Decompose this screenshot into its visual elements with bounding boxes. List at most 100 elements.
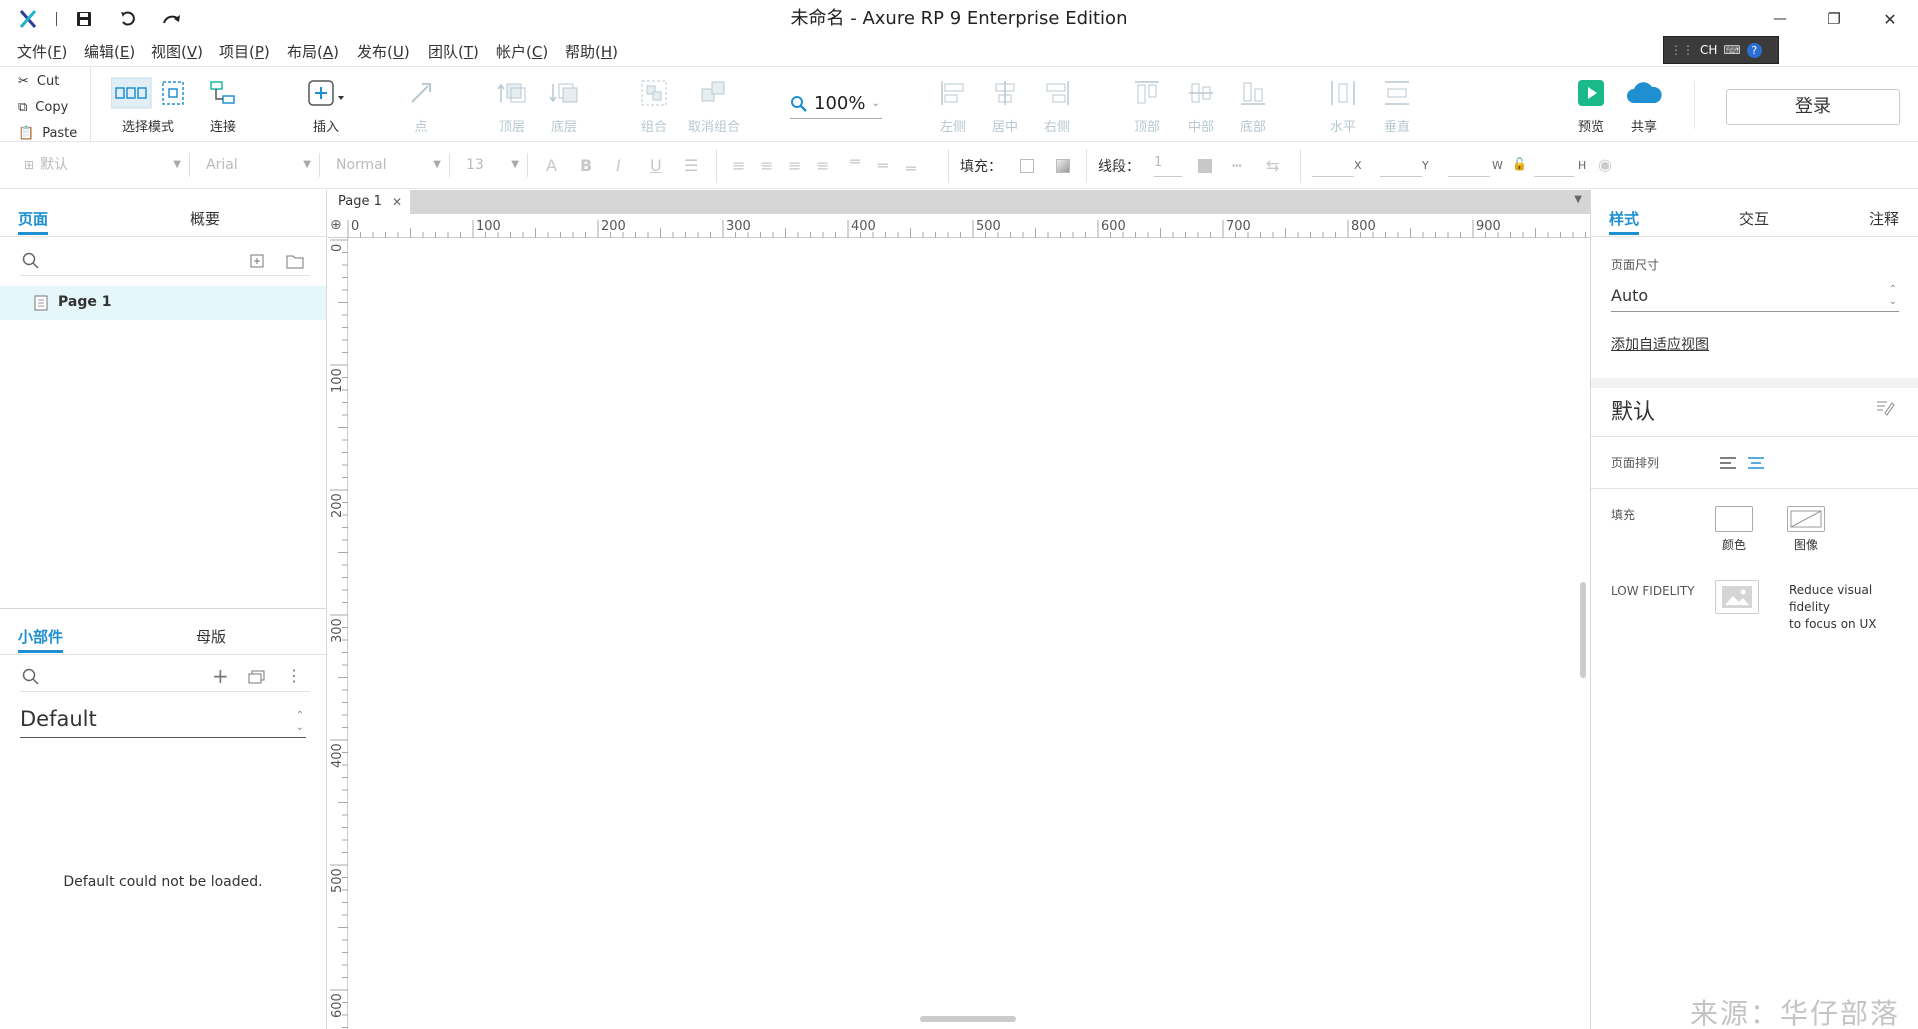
copy-button[interactable]: ⧉ Copy — [4, 95, 68, 119]
design-canvas[interactable] — [349, 238, 1590, 1029]
login-button[interactable]: 登录 — [1726, 89, 1900, 125]
fill-color-button[interactable] — [1715, 506, 1753, 532]
italic-icon[interactable]: I — [616, 156, 621, 175]
vertical-scrollbar[interactable] — [1580, 582, 1586, 678]
width-input[interactable] — [1448, 155, 1490, 177]
shadow-swatch[interactable] — [1056, 159, 1070, 173]
bold-icon[interactable]: B — [580, 156, 592, 175]
send-to-back-button[interactable]: 底层 — [542, 67, 586, 143]
ungroup-button[interactable]: 取消组合 — [684, 67, 744, 143]
underline-icon[interactable]: U — [650, 156, 662, 175]
ime-toolbar[interactable]: ⋮⋮ CH ⌨ ? — [1663, 36, 1779, 64]
style-select[interactable]: ⊞ 默认 ▼ — [14, 153, 190, 177]
updown-icon: ⌃ ⌄ — [295, 710, 304, 733]
tab-page-1[interactable]: Page 1 ✕ — [328, 190, 410, 214]
valign-bottom-icon[interactable]: ═ — [906, 159, 916, 178]
height-input[interactable] — [1534, 155, 1574, 177]
low-fidelity-toggle[interactable] — [1715, 580, 1759, 614]
preview-button[interactable]: 预览 — [1576, 67, 1606, 143]
select-mode-button[interactable]: 选择模式 — [106, 67, 190, 143]
arrow-style-icon[interactable]: ⇆ — [1266, 156, 1279, 175]
lock-icon[interactable]: 🔓 — [1512, 157, 1527, 171]
menu-account[interactable]: 帐户(C) — [496, 38, 548, 66]
font-weight-select[interactable]: Normal ▼ — [326, 153, 450, 177]
align-bottom-button[interactable]: 底部 — [1236, 67, 1270, 143]
menu-project[interactable]: 项目(P) — [219, 38, 270, 66]
add-page-icon[interactable] — [250, 254, 264, 268]
align-middle-button[interactable]: 中部 — [1184, 67, 1218, 143]
save-icon[interactable] — [70, 6, 98, 32]
tab-widgets[interactable]: 小部件 — [18, 626, 64, 653]
eye-icon[interactable]: ◉ — [1598, 155, 1612, 174]
widget-search[interactable]: + ⋮ — [20, 662, 310, 692]
x-input[interactable] — [1312, 155, 1354, 177]
tab-masters[interactable]: 母版 — [196, 626, 226, 647]
page-size-select[interactable]: Auto ⌃ ⌄ — [1611, 282, 1899, 312]
y-input[interactable] — [1380, 155, 1422, 177]
more-vertical-icon[interactable]: ⋮ — [286, 666, 302, 685]
bullet-list-icon[interactable]: ☰ — [684, 156, 698, 175]
add-library-icon[interactable]: + — [212, 664, 229, 688]
tab-list-dropdown-icon[interactable]: ▼ — [1574, 194, 1582, 205]
crosshair-icon[interactable]: ⊕ — [330, 217, 342, 233]
minimize-button[interactable]: — — [1752, 0, 1808, 38]
menu-help[interactable]: 帮助(H) — [565, 38, 618, 66]
fill-image-button[interactable] — [1787, 506, 1825, 532]
horizontal-scrollbar[interactable] — [920, 1016, 1016, 1022]
restore-button[interactable]: ❐ — [1806, 0, 1862, 38]
align-text-center-icon[interactable]: ≡ — [760, 156, 773, 175]
cut-button[interactable]: ✂ Cut — [4, 69, 59, 93]
add-folder-icon[interactable] — [286, 253, 304, 269]
line-width-input[interactable]: 1 — [1154, 155, 1182, 177]
menu-view[interactable]: 视图(V) — [151, 38, 203, 66]
tab-outline[interactable]: 概要 — [190, 208, 220, 229]
menu-file[interactable]: 文件(F) — [17, 38, 67, 66]
point-button[interactable]: 点 — [404, 67, 438, 143]
align-text-justify-icon[interactable]: ≡ — [816, 156, 829, 175]
menu-edit[interactable]: 编辑(E) — [84, 38, 135, 66]
zoom-control[interactable]: 100% ⌄ — [790, 89, 882, 119]
tab-interactions[interactable]: 交互 — [1739, 208, 1769, 229]
font-family-select[interactable]: Arial ▼ — [196, 153, 320, 177]
paste-button[interactable]: 📋 Paste — [4, 121, 77, 145]
library-select[interactable]: Default ⌃ ⌄ — [20, 700, 306, 738]
line-pattern-icon[interactable]: ┅ — [1232, 156, 1242, 175]
close-tab-icon[interactable]: ✕ — [392, 190, 402, 214]
align-left-page-icon[interactable] — [1719, 456, 1737, 470]
menu-layout[interactable]: 布局(A) — [287, 38, 339, 66]
align-text-left-icon[interactable]: ≡ — [732, 156, 745, 175]
align-center-button[interactable]: 居中 — [988, 67, 1022, 143]
insert-button[interactable]: 插入 — [300, 67, 352, 143]
distribute-horizontal-button[interactable]: 水平 — [1326, 67, 1360, 143]
valign-top-icon[interactable]: ═ — [850, 152, 860, 171]
tab-style[interactable]: 样式 — [1609, 208, 1640, 235]
align-text-right-icon[interactable]: ≡ — [788, 156, 801, 175]
bring-to-front-button[interactable]: 顶层 — [490, 67, 534, 143]
edit-style-icon[interactable] — [1875, 398, 1895, 416]
align-center-page-icon[interactable] — [1747, 456, 1765, 470]
connect-button[interactable]: 连接 — [200, 67, 246, 143]
menu-team[interactable]: 团队(T) — [428, 38, 479, 66]
line-color-swatch[interactable] — [1198, 159, 1212, 173]
share-button[interactable]: 共享 — [1622, 67, 1666, 143]
group-button[interactable]: 组合 — [632, 67, 676, 143]
page-list-item[interactable]: Page 1 — [0, 286, 326, 320]
library-icon[interactable] — [248, 670, 266, 684]
undo-icon[interactable] — [114, 6, 142, 32]
fill-color-swatch[interactable] — [1020, 159, 1034, 173]
align-left-button[interactable]: 左侧 — [936, 67, 970, 143]
add-adaptive-view-link[interactable]: 添加自适应视图 — [1611, 334, 1709, 354]
distribute-vertical-button[interactable]: 垂直 — [1380, 67, 1414, 143]
font-size-select[interactable]: 13 ▼ — [456, 153, 528, 177]
menu-publish[interactable]: 发布(U) — [357, 38, 410, 66]
redo-icon[interactable] — [158, 6, 186, 32]
tab-notes[interactable]: 注释 — [1869, 208, 1899, 229]
font-color-icon[interactable]: A — [546, 156, 557, 175]
tab-pages[interactable]: 页面 — [18, 208, 49, 235]
page-search[interactable] — [20, 246, 310, 276]
align-right-button[interactable]: 右侧 — [1040, 67, 1074, 143]
close-button[interactable]: ✕ — [1862, 0, 1918, 38]
valign-middle-icon[interactable]: ═ — [878, 156, 888, 175]
align-top-button[interactable]: 顶部 — [1130, 67, 1164, 143]
page-name: Page 1 — [58, 294, 112, 310]
